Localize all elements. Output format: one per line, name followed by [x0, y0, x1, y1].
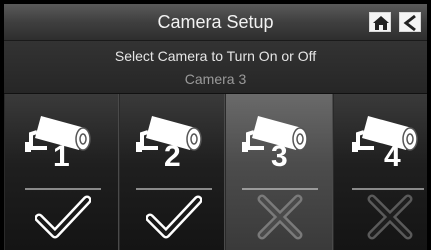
title-bar: Camera Setup	[4, 4, 427, 41]
selected-camera-label: Camera 3	[184, 71, 247, 87]
instruction-text: Select Camera to Turn On or Off	[114, 48, 317, 64]
camera-icon	[352, 116, 418, 152]
divider	[352, 188, 424, 190]
camera-tile-2[interactable]: 2	[119, 94, 225, 250]
checkmark-icon	[35, 195, 91, 239]
page-title: Camera Setup	[157, 12, 274, 32]
info-bar: Select Camera to Turn On or Off Camera 3	[4, 41, 427, 94]
checkmark-icon	[146, 195, 202, 239]
camera-number: 1	[53, 140, 70, 173]
divider	[25, 188, 101, 190]
back-arrow-icon	[403, 14, 416, 32]
divider	[242, 188, 318, 190]
x-icon	[257, 194, 303, 240]
camera-setup-screen: Camera Setup Select Camera to Turn On or…	[4, 4, 427, 250]
camera-tile-1[interactable]: 1	[4, 94, 119, 250]
home-icon	[373, 16, 389, 30]
camera-tile-4[interactable]: 4	[333, 94, 427, 250]
divider	[136, 188, 212, 190]
back-button[interactable]	[399, 12, 421, 32]
camera-number: 3	[271, 140, 288, 173]
camera-tiles: 1 2 3 4	[4, 94, 427, 250]
x-icon	[367, 194, 413, 240]
home-button[interactable]	[369, 12, 391, 32]
camera-number: 4	[384, 140, 401, 173]
camera-tile-3[interactable]: 3	[225, 94, 333, 250]
camera-number: 2	[164, 140, 181, 173]
